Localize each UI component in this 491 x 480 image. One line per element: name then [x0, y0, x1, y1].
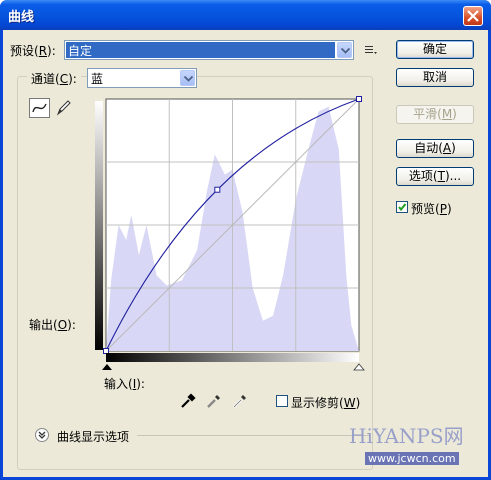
- channel-select[interactable]: 蓝: [87, 68, 197, 88]
- title-bar[interactable]: 曲线: [0, 0, 491, 30]
- preset-label: 预设(R):: [10, 44, 56, 58]
- curve-control-point[interactable]: [356, 96, 362, 102]
- chevron-down-icon: [341, 48, 350, 54]
- double-chevron-down-icon: [38, 431, 46, 439]
- expand-options-button[interactable]: [35, 428, 49, 442]
- options-divider: [137, 435, 370, 436]
- curve-tool-icon: [32, 103, 47, 113]
- auto-button[interactable]: 自动(A): [396, 139, 474, 158]
- output-gradient-bar: [95, 101, 103, 350]
- input-gradient-bar: [106, 353, 359, 362]
- preset-dropdown-button[interactable]: [337, 42, 352, 58]
- curve-display-options-label: 曲线显示选项: [57, 430, 130, 444]
- curve-graph[interactable]: [95, 96, 375, 371]
- curves-dialog-window: 曲线 预设(R): 自定 确定 取消 平滑(M) 自动(A) 选项(T)... …: [0, 0, 491, 480]
- dialog-body: 预设(R): 自定 确定 取消 平滑(M) 自动(A) 选项(T)... 预览(…: [3, 30, 488, 477]
- output-label: 输出(O):: [29, 318, 76, 332]
- channel-label: 通道(C):: [27, 70, 81, 87]
- ok-button[interactable]: 确定: [396, 40, 474, 59]
- curve-point-tool[interactable]: [29, 98, 50, 118]
- gray-eyedropper-icon[interactable]: [205, 392, 223, 410]
- channel-value: 蓝: [91, 72, 104, 86]
- curve-control-point[interactable]: [103, 348, 109, 354]
- close-button[interactable]: [463, 6, 483, 26]
- checkmark-icon: [398, 203, 407, 212]
- show-clipping-label: 显示修剪(W): [291, 396, 361, 410]
- preset-select[interactable]: 自定: [64, 40, 354, 60]
- smooth-button[interactable]: 平滑(M): [396, 105, 474, 124]
- chevron-down-icon: [184, 76, 193, 82]
- black-eyedropper-icon[interactable]: [179, 392, 197, 410]
- window-title: 曲线: [8, 10, 35, 25]
- white-point-slider[interactable]: [353, 363, 365, 371]
- preview-checkbox[interactable]: [396, 201, 408, 213]
- pencil-tool[interactable]: [53, 98, 74, 118]
- curve-control-point[interactable]: [214, 186, 221, 193]
- cancel-button[interactable]: 取消: [396, 68, 474, 87]
- watermark-url: www.jcwcn.com: [365, 452, 459, 465]
- options-button[interactable]: 选项(T)...: [396, 167, 474, 186]
- preset-selection-highlight: [66, 42, 335, 58]
- watermark-brand: HiYANPS网: [349, 424, 464, 448]
- white-eyedropper-icon[interactable]: [231, 392, 249, 410]
- preview-label: 预览(P): [411, 202, 452, 216]
- preset-options-menu-icon[interactable]: [362, 42, 380, 58]
- channel-dropdown-button[interactable]: [180, 70, 195, 86]
- close-icon: [467, 10, 479, 22]
- input-label: 输入(I):: [104, 377, 145, 391]
- show-clipping-checkbox[interactable]: [276, 395, 288, 407]
- pencil-icon: [56, 100, 71, 116]
- preset-value: 自定: [68, 44, 93, 58]
- black-point-slider[interactable]: [102, 364, 112, 370]
